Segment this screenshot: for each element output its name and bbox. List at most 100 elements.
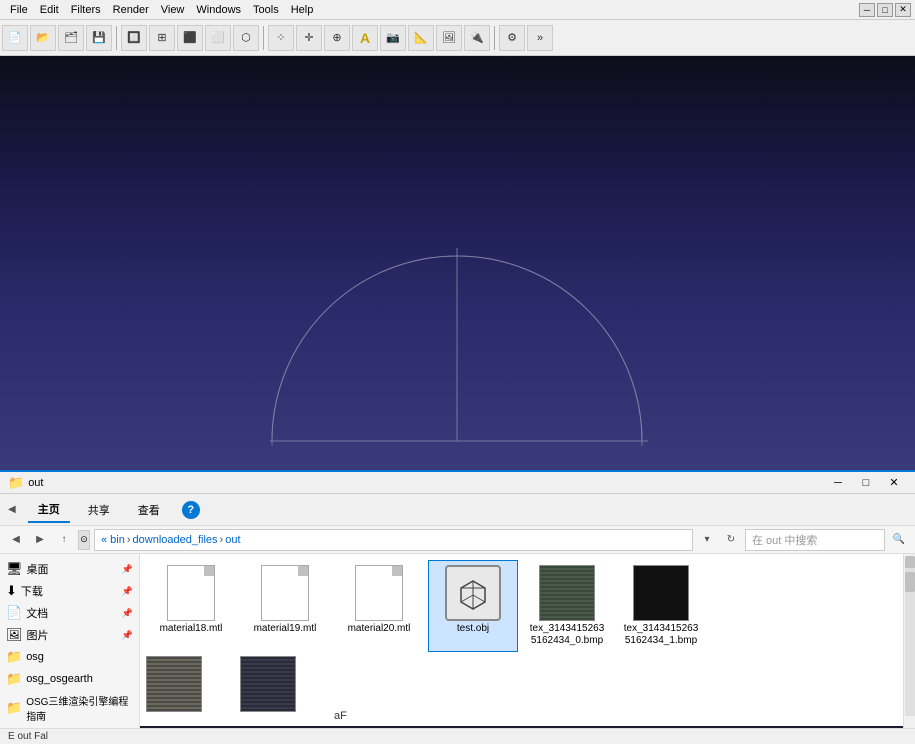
menu-edit[interactable]: Edit bbox=[34, 4, 65, 16]
settings-button[interactable]: ⚙ bbox=[499, 25, 525, 51]
smooth-render-button[interactable]: ⬜ bbox=[205, 25, 231, 51]
sidebar-label-pictures: 图片 bbox=[27, 627, 49, 643]
explorer-window-controls: ─ □ ✕ bbox=[825, 474, 907, 492]
sidebar-item-documents[interactable]: 📄 文档 📌 bbox=[0, 602, 139, 624]
folder-button[interactable]: 🗂 bbox=[58, 25, 84, 51]
sphere-button[interactable]: ⊕ bbox=[324, 25, 350, 51]
file-label-tex0: tex_31434152635162434_0.bmp bbox=[527, 623, 607, 647]
sidebar-item-osg[interactable]: 📁 osg bbox=[0, 646, 139, 668]
viewport[interactable] bbox=[0, 56, 915, 470]
file-icon-material18 bbox=[163, 565, 219, 621]
explorer-body: 🖥 桌面 📌 ⬇ 下载 📌 📄 文档 📌 🖼 图片 📌 📁 os bbox=[0, 554, 915, 728]
file-icon-test-obj bbox=[445, 565, 501, 621]
file-item-material19[interactable]: material19.mtl bbox=[240, 560, 330, 652]
explorer-sidebar: 🖥 桌面 📌 ⬇ 下载 📌 📄 文档 📌 🖼 图片 📌 📁 os bbox=[0, 554, 140, 728]
menu-windows[interactable]: Windows bbox=[190, 4, 247, 16]
app-window: File Edit Filters Render View Windows To… bbox=[0, 0, 915, 470]
menu-view[interactable]: View bbox=[155, 4, 191, 16]
content-scrollbar[interactable]: ▲ ▼ bbox=[903, 554, 915, 728]
file-explorer: 📁 out ─ □ ✕ ◀ 主页 共享 查看 ? ◀ ▶ ↑ ⊙ « bin ›… bbox=[0, 470, 915, 726]
sidebar-label-downloads: 下载 bbox=[21, 583, 43, 599]
sidebar-label-osgearth: osg_osgearth bbox=[26, 673, 93, 685]
save-button[interactable]: 💾 bbox=[86, 25, 112, 51]
tab-view[interactable]: 查看 bbox=[128, 498, 170, 522]
wireframe-button[interactable]: ⬡ bbox=[233, 25, 259, 51]
file-icon-tex0 bbox=[539, 565, 595, 621]
more-button[interactable]: » bbox=[527, 25, 553, 51]
label-a-button[interactable]: A bbox=[352, 25, 378, 51]
axes-button[interactable]: ✛ bbox=[296, 25, 322, 51]
toolbar: 📄 📂 🗂 💾 🔲 ⊞ ⬛ ⬜ ⬡ ⁘ ✛ ⊕ A 📷 📐 🖼 🔌 ⚙ » bbox=[0, 20, 915, 56]
path-separator-2: › bbox=[220, 534, 224, 546]
bottom-thumb-2[interactable] bbox=[240, 656, 330, 726]
file-item-tex0[interactable]: tex_31434152635162434_0.bmp bbox=[522, 560, 612, 652]
path-out[interactable]: out bbox=[225, 534, 240, 546]
flat-render-button[interactable]: ⬛ bbox=[177, 25, 203, 51]
scroll-thumb[interactable] bbox=[905, 572, 915, 592]
file-item-material18[interactable]: material18.mtl bbox=[146, 560, 236, 652]
obj-file-icon bbox=[445, 565, 501, 621]
nav-up-button[interactable]: ↑ bbox=[54, 530, 74, 550]
camera-button[interactable]: 📷 bbox=[380, 25, 406, 51]
folder-icon-osg: 📁 bbox=[6, 649, 22, 665]
pin-icon-downloads: 📌 bbox=[122, 586, 133, 597]
point-render-button[interactable]: ⊞ bbox=[149, 25, 175, 51]
screenshot-button[interactable]: 🖼 bbox=[436, 25, 462, 51]
app-minimize-button[interactable]: ─ bbox=[859, 3, 875, 17]
help-icon[interactable]: ? bbox=[182, 501, 200, 519]
path-separator-1: › bbox=[127, 534, 131, 546]
nav-location-button[interactable]: ⊙ bbox=[78, 530, 90, 550]
tab-home[interactable]: 主页 bbox=[28, 497, 70, 523]
sidebar-item-desktop[interactable]: 🖥 桌面 📌 bbox=[0, 558, 139, 580]
refresh-button[interactable]: ↻ bbox=[721, 530, 741, 550]
file-label-material18: material18.mtl bbox=[160, 623, 223, 635]
path-dropdown-button[interactable]: ▾ bbox=[697, 530, 717, 550]
explorer-maximize-button[interactable]: □ bbox=[853, 474, 879, 492]
sidebar-item-downloads[interactable]: ⬇ 下载 📌 bbox=[0, 580, 139, 602]
file-label-tex1: tex_31434152635162434_1.bmp bbox=[621, 623, 701, 647]
points-button[interactable]: ⁘ bbox=[268, 25, 294, 51]
explorer-minimize-button[interactable]: ─ bbox=[825, 474, 851, 492]
sidebar-item-osg-book[interactable]: 📁 OSG三维渲染引擎编程指南 bbox=[0, 690, 139, 726]
file-item-tex1[interactable]: tex_31434152635162434_1.bmp bbox=[616, 560, 706, 652]
search-placeholder: 在 out 中搜索 bbox=[752, 532, 817, 548]
texture-thumbnail-0 bbox=[539, 565, 595, 621]
file-icon-material20 bbox=[351, 565, 407, 621]
address-bar: ◀ ▶ ↑ ⊙ « bin › downloaded_files › out ▾… bbox=[0, 526, 915, 554]
sidebar-item-pictures[interactable]: 🖼 图片 📌 bbox=[0, 624, 139, 646]
app-window-controls: ─ □ ✕ bbox=[859, 3, 911, 17]
path-bin[interactable]: « bin bbox=[101, 534, 125, 546]
desktop-icon: 🖥 bbox=[6, 561, 23, 577]
sidebar-item-osgearth[interactable]: 📁 osg_osgearth bbox=[0, 668, 139, 690]
viewport-svg bbox=[0, 56, 915, 470]
menu-file[interactable]: File bbox=[4, 4, 34, 16]
file-item-material20[interactable]: material20.mtl bbox=[334, 560, 424, 652]
bottom-tex-icon-1 bbox=[146, 656, 202, 712]
file-item-test-obj[interactable]: test.obj bbox=[428, 560, 518, 652]
search-icon[interactable]: 🔍 bbox=[889, 530, 909, 550]
menu-help[interactable]: Help bbox=[285, 4, 320, 16]
plugin-button[interactable]: 🔌 bbox=[464, 25, 490, 51]
menu-render[interactable]: Render bbox=[107, 4, 155, 16]
explorer-close-button[interactable]: ✕ bbox=[881, 474, 907, 492]
menu-filters[interactable]: Filters bbox=[65, 4, 107, 16]
pin-icon-pictures: 📌 bbox=[122, 630, 133, 641]
app-close-button[interactable]: ✕ bbox=[895, 3, 911, 17]
nav-back-button[interactable]: ◀ bbox=[6, 530, 26, 550]
app-maximize-button[interactable]: □ bbox=[877, 3, 893, 17]
file-label-test-obj: test.obj bbox=[457, 623, 489, 635]
measure-button[interactable]: 📐 bbox=[408, 25, 434, 51]
address-path[interactable]: « bin › downloaded_files › out bbox=[94, 529, 693, 551]
search-box[interactable]: 在 out 中搜索 bbox=[745, 529, 885, 551]
file-label-material20: material20.mtl bbox=[348, 623, 411, 635]
menu-tools[interactable]: Tools bbox=[247, 4, 285, 16]
mesh-render-button[interactable]: 🔲 bbox=[121, 25, 147, 51]
tab-share[interactable]: 共享 bbox=[78, 498, 120, 522]
open-button[interactable]: 📂 bbox=[30, 25, 56, 51]
new-button[interactable]: 📄 bbox=[2, 25, 28, 51]
bottom-thumb-1[interactable] bbox=[146, 656, 236, 726]
nav-forward-button[interactable]: ▶ bbox=[30, 530, 50, 550]
path-downloaded[interactable]: downloaded_files bbox=[133, 534, 218, 546]
documents-icon: 📄 bbox=[6, 605, 22, 621]
bottom-tex-icon-2 bbox=[240, 656, 296, 712]
